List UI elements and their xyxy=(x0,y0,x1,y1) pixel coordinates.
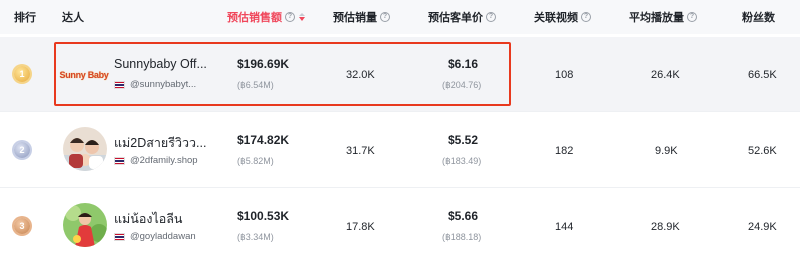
column-header-unit-price[interactable]: 预估客单价 ? xyxy=(428,9,496,25)
column-header-creator: 达人 xyxy=(62,12,84,24)
avg-views-value: 26.4K xyxy=(651,69,680,81)
help-icon[interactable]: ? xyxy=(285,12,295,22)
followers-value: 52.6K xyxy=(748,145,777,157)
column-header-avg-views[interactable]: 平均播放量 ? xyxy=(629,9,697,25)
sort-desc-icon[interactable] xyxy=(299,13,305,21)
revenue-value: $100.53K xyxy=(237,209,290,223)
help-icon[interactable]: ? xyxy=(380,12,390,22)
creator-handle: @goyladdawan xyxy=(114,231,196,242)
followers-value: 66.5K xyxy=(748,69,777,81)
rank-medal-gold-icon: 1 xyxy=(14,66,30,82)
revenue-local-value: (฿3.34M) xyxy=(237,232,274,242)
table-header: 排行 达人 预估销售额 ? 预估销量 ? 预估客单价 ? 关联视频 ? 平均播放… xyxy=(0,0,800,34)
unit-price-value: $5.52 xyxy=(448,133,479,147)
avg-views-value: 9.9K xyxy=(655,145,678,157)
thailand-flag-icon xyxy=(114,156,125,165)
help-icon[interactable]: ? xyxy=(581,12,591,22)
revenue-value: $174.82K xyxy=(237,133,290,147)
followers-value: 24.9K xyxy=(748,221,777,233)
avatar[interactable] xyxy=(63,127,107,171)
unit-price-value: $5.66 xyxy=(448,209,479,223)
unit-price-local-value: (฿188.18) xyxy=(442,232,482,242)
help-icon[interactable]: ? xyxy=(687,12,697,22)
table-row[interactable]: 3 แม่น้องไอลีน @goyladdawan $100.53K (฿3… xyxy=(0,189,800,266)
videos-value: 182 xyxy=(555,145,574,157)
videos-value: 108 xyxy=(555,69,574,81)
column-header-sales[interactable]: 预估销量 ? xyxy=(333,9,390,25)
highlight-box xyxy=(54,42,511,106)
videos-value: 144 xyxy=(555,221,574,233)
thailand-flag-icon xyxy=(114,232,125,241)
revenue-local-value: (฿5.82M) xyxy=(237,156,274,166)
rank-medal-bronze-icon: 3 xyxy=(14,218,30,234)
sales-value: 31.7K xyxy=(346,145,375,157)
column-header-videos[interactable]: 关联视频 ? xyxy=(534,9,591,25)
sales-value: 17.8K xyxy=(346,221,375,233)
help-icon[interactable]: ? xyxy=(486,12,496,22)
rank-medal-silver-icon: 2 xyxy=(14,142,30,158)
unit-price-local-value: (฿183.49) xyxy=(442,156,482,166)
column-header-revenue[interactable]: 预估销售额 ? xyxy=(227,9,305,25)
column-header-rank: 排行 xyxy=(14,12,36,24)
creator-handle: @2dfamily.shop xyxy=(114,155,198,166)
creator-name[interactable]: แม่2Dสายรีวิวว... xyxy=(114,133,206,153)
avg-views-value: 28.9K xyxy=(651,221,680,233)
creator-name[interactable]: แม่น้องไอลีน xyxy=(114,209,182,229)
table-row[interactable]: 2 แม่2Dสายรีวิวว... @2dfamily.shop $174.… xyxy=(0,113,800,188)
column-header-followers[interactable]: 粉丝数 xyxy=(742,9,775,25)
avatar[interactable] xyxy=(63,203,107,247)
